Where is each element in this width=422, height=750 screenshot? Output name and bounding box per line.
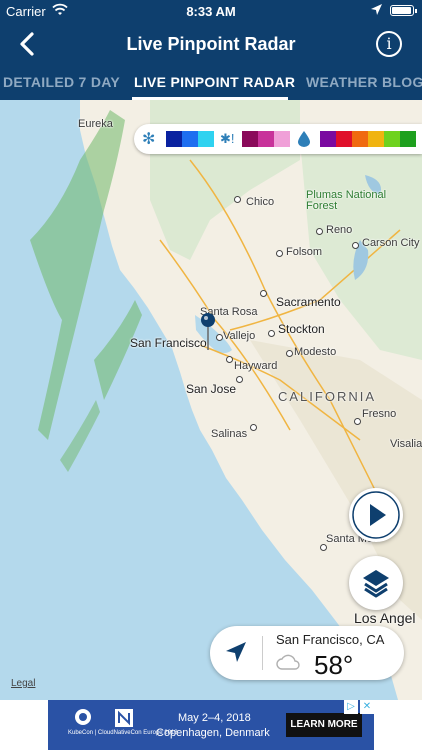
city-dot [260, 290, 267, 297]
map-layers-button[interactable] [349, 556, 403, 610]
city-label: Modesto [294, 346, 337, 358]
play-animation-button[interactable] [349, 488, 403, 542]
city-dot [320, 544, 327, 551]
legend-swatch [336, 131, 352, 147]
city-label: Folsom [286, 246, 323, 258]
divider [262, 636, 263, 670]
clock: 8:33 AM [186, 4, 236, 19]
cloud-icon [276, 654, 300, 670]
city-label: Visalia [390, 438, 422, 450]
tab-live-pinpoint-radar[interactable]: LIVE PINPOINT RADAR [134, 74, 295, 90]
city-label: Vallejo [223, 330, 256, 342]
tab-detailed-7-day[interactable]: DETAILED 7 DAY [3, 74, 120, 90]
legend-swatch [400, 131, 416, 147]
navigation-arrow-icon[interactable] [224, 640, 248, 664]
tab-weather-blog[interactable]: WEATHER BLOG [306, 74, 422, 90]
ad-location: Copenhagen, Denmark [156, 727, 270, 739]
ad-date: May 2–4, 2018 [178, 712, 251, 724]
city-label: Carson City [362, 237, 420, 249]
tab-bar: DETAILED 7 DAY LIVE PINPOINT RADAR WEATH… [0, 66, 422, 100]
kubecon-logo [75, 709, 91, 725]
legend-swatch [198, 131, 214, 147]
city-label: Hayward [234, 360, 278, 372]
city-dot [316, 228, 323, 235]
city-label: Fresno [362, 408, 397, 420]
legend-swatch [258, 131, 274, 147]
city-label: Los Angel [354, 610, 416, 626]
radar-map[interactable]: ✻ ✱! Eureka Chico Plumas National Forest… [0, 100, 422, 700]
city-label: San Francisco [130, 336, 207, 350]
legend-swatch [320, 131, 336, 147]
battery-icon [390, 5, 417, 16]
learn-more-button[interactable]: LEARN MORE [286, 713, 362, 737]
ad-close-icon[interactable]: ✕ [360, 700, 374, 714]
current-location-card[interactable]: San Francisco, CA 58° [210, 626, 404, 680]
current-temperature: 58° [314, 650, 354, 680]
city-label: Chico [246, 196, 275, 208]
legend-swatch [352, 131, 368, 147]
adchoices-icon[interactable]: ▷ [344, 700, 358, 714]
city-label: Sacramento [276, 295, 341, 309]
city-label: San Jose [186, 382, 237, 396]
radar-legend: ✻ ✱! [134, 124, 422, 154]
location-name: San Francisco, CA [276, 632, 385, 647]
city-dot [216, 334, 223, 341]
mix-icon: ✱! [220, 131, 235, 146]
city-label: Eureka [78, 118, 113, 130]
nav-bar: Live Pinpoint Radar i [0, 22, 422, 66]
city-dot [236, 376, 243, 383]
city-dot [268, 330, 275, 337]
layers-icon [363, 570, 389, 598]
legend-swatch [166, 131, 182, 147]
city-dot [352, 242, 359, 249]
legend-swatch [182, 131, 198, 147]
raindrop-icon [298, 131, 310, 147]
legal-link[interactable]: Legal [11, 678, 35, 689]
snowflake-icon: ✻ [142, 131, 156, 148]
ad-banner[interactable]: KubeCon | CloudNativeCon Europe 2018 May… [48, 700, 374, 750]
legend-swatch [242, 131, 258, 147]
city-dot [354, 418, 361, 425]
cloudnativecon-logo [115, 709, 133, 727]
city-label: Salinas [211, 428, 248, 440]
city-dot [286, 350, 293, 357]
legend-swatch [274, 131, 290, 147]
city-dot [234, 196, 241, 203]
info-icon[interactable]: i [376, 31, 402, 57]
location-pin-icon[interactable] [200, 312, 216, 352]
city-dot [250, 424, 257, 431]
page-title: Live Pinpoint Radar [126, 34, 296, 54]
state-label: CALIFORNIA [278, 389, 377, 404]
legend-swatch [384, 131, 400, 147]
location-services-icon [371, 4, 382, 15]
city-label: Reno [326, 224, 353, 236]
city-dot [226, 356, 233, 363]
status-bar: Carrier 8:33 AM [0, 0, 422, 22]
city-dot [276, 250, 283, 257]
play-icon [352, 491, 400, 539]
city-label: Stockton [278, 322, 325, 336]
city-label: Forest [306, 200, 338, 212]
legend-swatch [368, 131, 384, 147]
